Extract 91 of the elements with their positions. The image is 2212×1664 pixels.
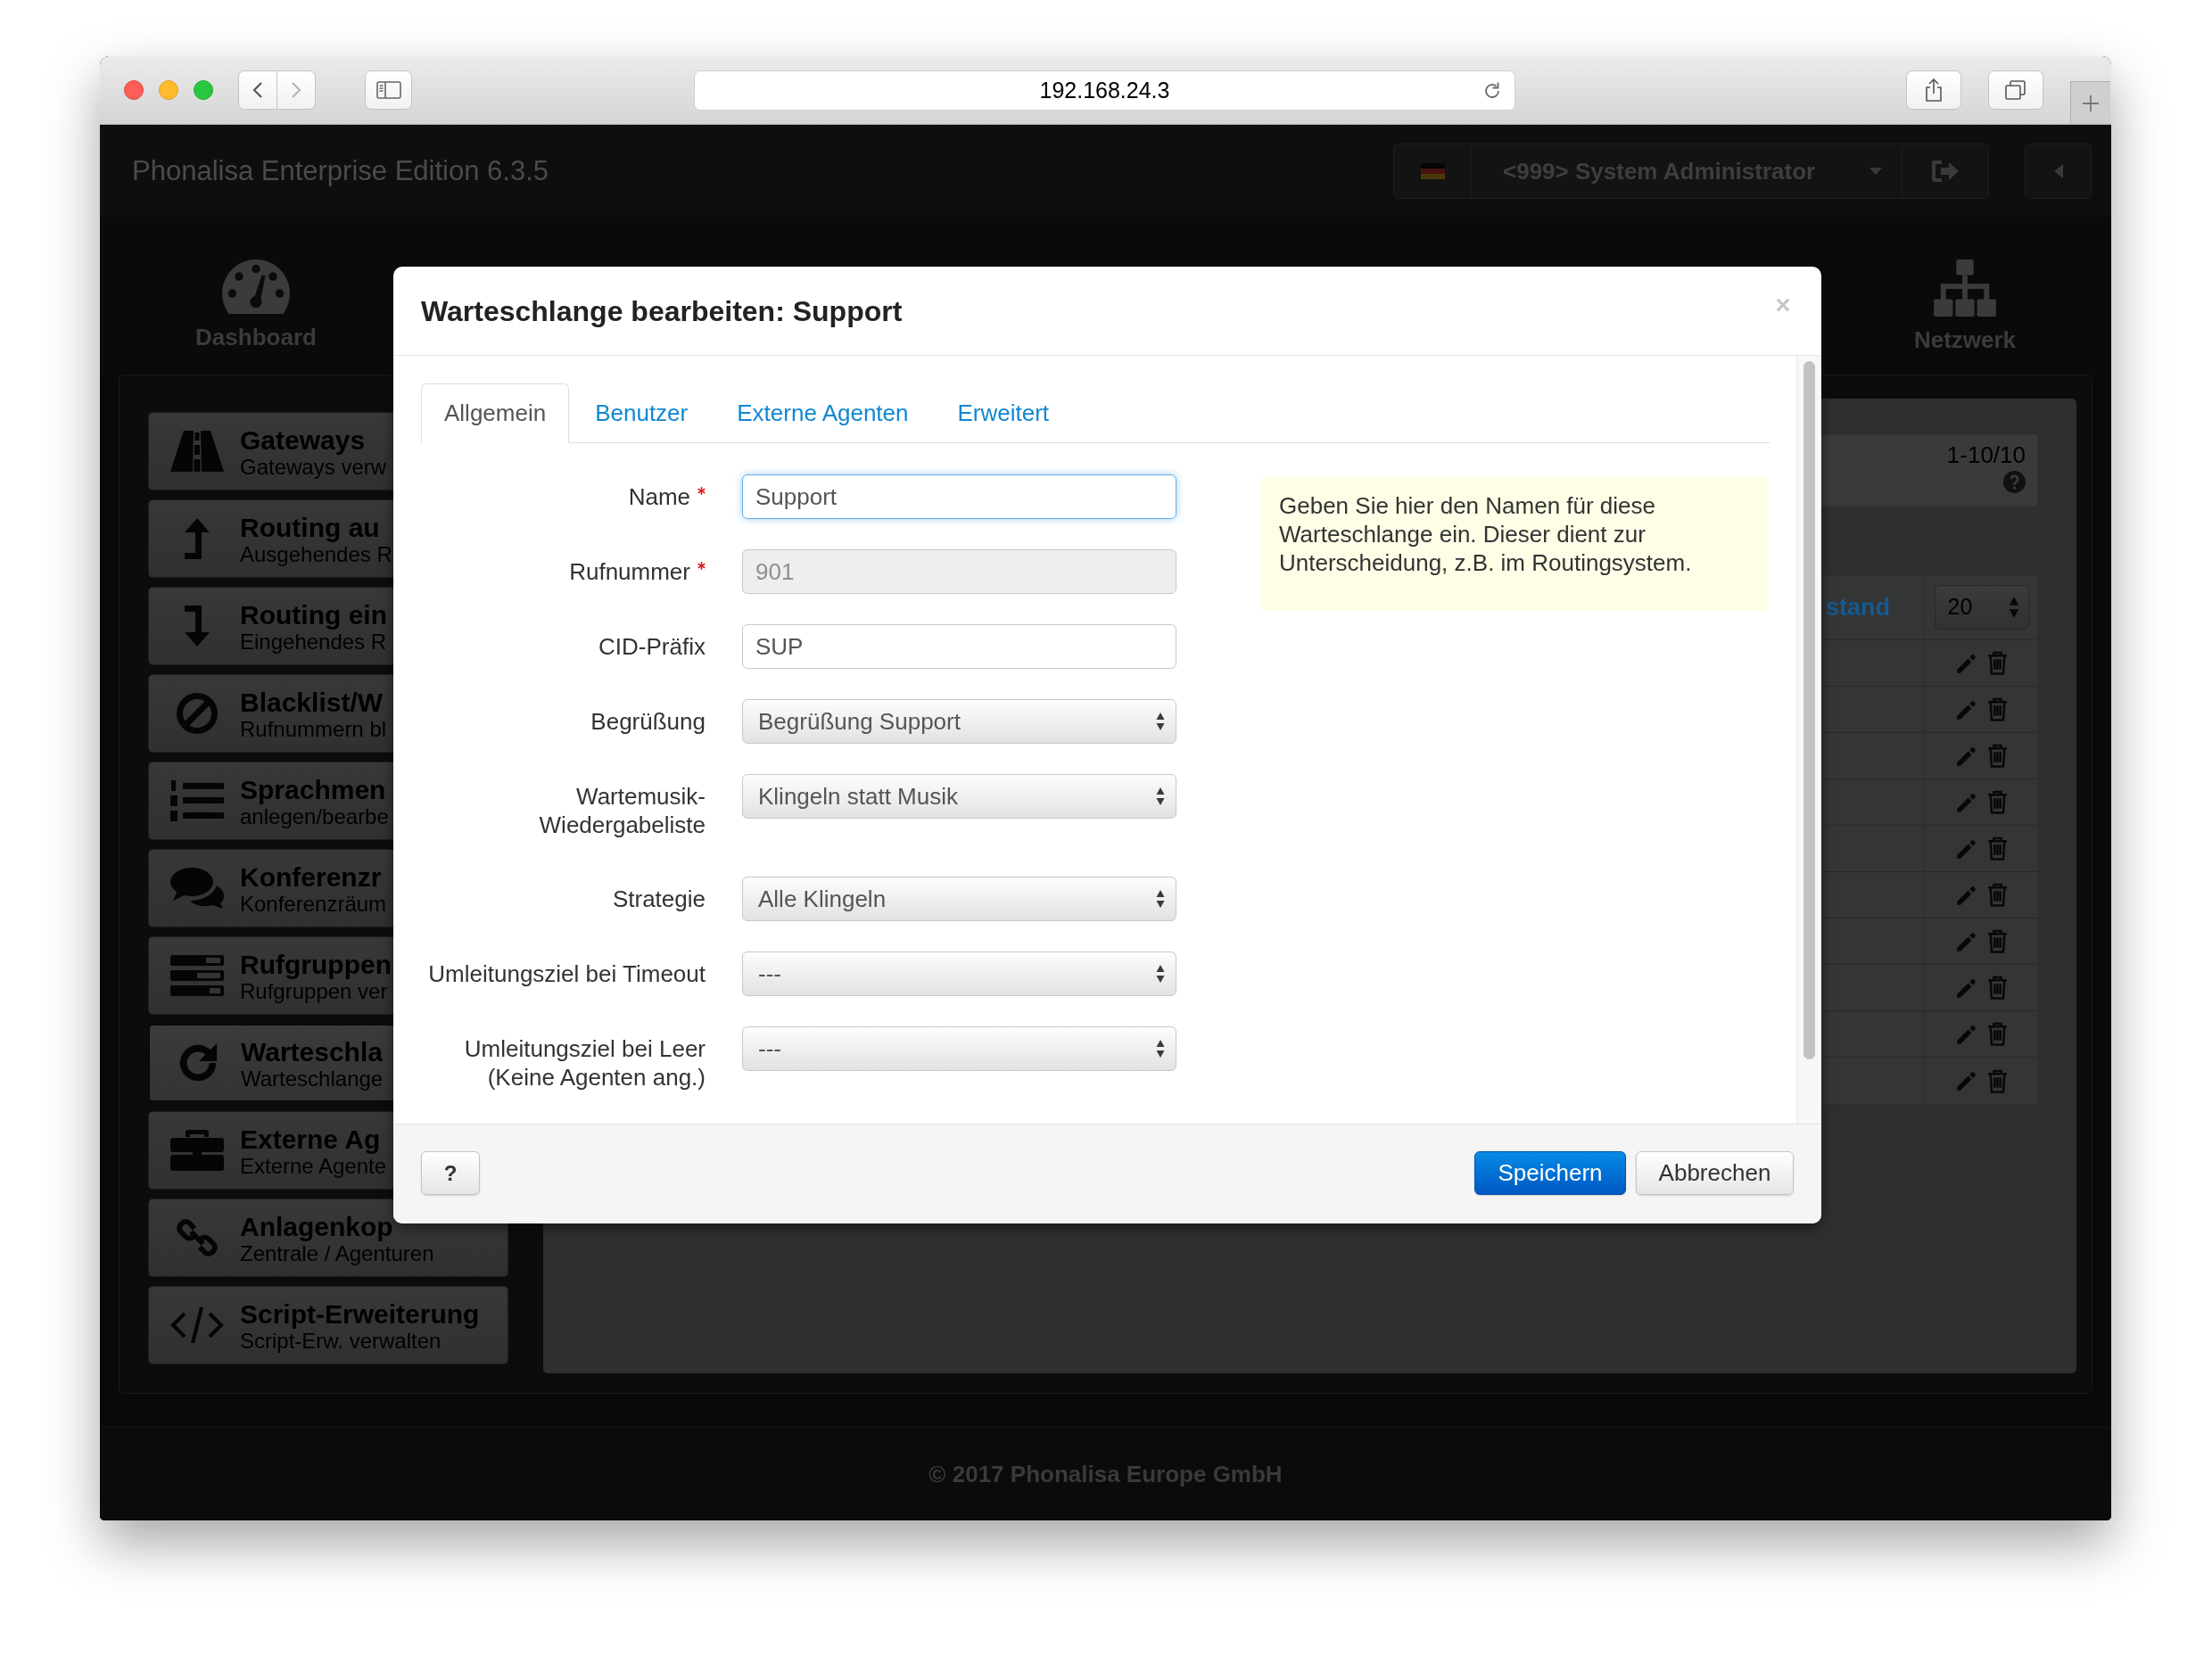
select-arrows-icon: [1156, 787, 1165, 806]
app-title: Phonalisa Enterprise Edition 6.3.5: [132, 153, 549, 188]
select-arrows-icon: [1156, 1039, 1165, 1059]
sidebar-item-title: Konferenzr: [240, 863, 383, 892]
code-brackets-icon: [170, 1305, 224, 1346]
sidebar-item-title: Gateways: [240, 426, 367, 455]
pagination-text: 1-10/10: [1946, 441, 2026, 468]
tab[interactable]: Erweitert: [934, 383, 1073, 443]
trash-icon[interactable]: [1987, 976, 2008, 1000]
help-button[interactable]: ?: [421, 1151, 480, 1195]
trash-icon[interactable]: [1987, 790, 2008, 814]
dialog-title: Warteschlange bearbeiten: Support: [421, 293, 903, 329]
dropdown[interactable]: ---: [742, 951, 1176, 996]
field-label: Begrüßung: [590, 707, 706, 736]
address-bar[interactable]: 192.168.24.3: [694, 70, 1515, 111]
question-circle-icon[interactable]: [2003, 471, 2026, 493]
sidebar-toggle-button[interactable]: [365, 70, 412, 110]
road-icon: [170, 431, 224, 472]
sitemap-icon: [1934, 259, 1996, 317]
briefcase-icon: [170, 1130, 224, 1171]
text-field[interactable]: Support: [742, 474, 1176, 519]
dropdown[interactable]: Alle Klingeln: [742, 877, 1176, 921]
gauge-icon: [222, 259, 290, 314]
tab[interactable]: Externe Agenten: [714, 383, 932, 443]
logout-icon: [1932, 161, 1959, 182]
flag-icon: [1420, 163, 1445, 179]
sidebar-item-title: Anlagenkop: [240, 1213, 394, 1241]
sidebar-item-title: Sprachmen: [240, 776, 387, 804]
triangle-left-icon: [2053, 164, 2063, 178]
sidebar-item-title: Rufgruppen: [240, 951, 392, 979]
sidebar-item-title: Routing ein: [240, 601, 387, 630]
trash-icon[interactable]: [1987, 1068, 2008, 1093]
minimize-window-icon[interactable]: [159, 80, 178, 100]
tabs-button[interactable]: [1988, 70, 2043, 110]
share-button[interactable]: [1906, 70, 1961, 110]
sidebar-item-title: Script-Erweiterung: [240, 1300, 480, 1329]
trash-icon[interactable]: [1987, 929, 2008, 953]
share-icon: [1925, 78, 1943, 102]
select-arrows-icon: [2008, 596, 2019, 619]
chain-link-icon: [176, 1216, 219, 1259]
dropdown[interactable]: ---: [742, 1026, 1176, 1071]
reload-icon[interactable]: [1482, 80, 1502, 101]
chevron-right-icon: [291, 81, 301, 99]
field-label: Rufnummer: [569, 557, 690, 586]
sidebar-item-subtitle: Warteschlange: [241, 1067, 384, 1091]
overlapping-squares-icon: [2005, 80, 2026, 100]
page-size-select[interactable]: 20: [1934, 585, 2029, 630]
field-label: Name: [628, 482, 690, 511]
close-icon[interactable]: [1775, 296, 1791, 313]
stacked-bars-icon: [170, 955, 224, 996]
dropdown[interactable]: Begrüßung Support: [742, 699, 1176, 744]
field-label: CID-Präfix: [598, 632, 706, 661]
zoom-window-icon[interactable]: [194, 80, 213, 100]
sidebar-icon: [376, 81, 401, 99]
trash-icon[interactable]: [1987, 697, 2008, 721]
text-field[interactable]: SUP: [742, 624, 1176, 669]
close-window-icon[interactable]: [124, 80, 144, 100]
select-arrows-icon: [1156, 889, 1165, 909]
dropdown[interactable]: Klingeln statt Musik: [742, 774, 1176, 819]
sidebar-item-title: Routing au: [240, 514, 381, 542]
trash-icon[interactable]: [1987, 1022, 2008, 1046]
trash-icon[interactable]: [1987, 883, 2008, 907]
speech-bubbles-icon: [170, 868, 224, 909]
sidebar-item-title: Blacklist/W: [240, 688, 384, 717]
trash-icon[interactable]: [1987, 744, 2008, 768]
cancel-button[interactable]: Abbrechen: [1636, 1151, 1794, 1195]
new-tab-button[interactable]: [2070, 81, 2110, 124]
trash-icon[interactable]: [1987, 651, 2008, 675]
caret-down-icon: [1869, 168, 1882, 175]
save-button[interactable]: Speichern: [1474, 1151, 1626, 1195]
column-header[interactable]: stand: [1826, 589, 1890, 626]
sidebar-item-title: Warteschla: [241, 1038, 384, 1067]
back-button[interactable]: [238, 70, 277, 110]
pencil-icon[interactable]: [1955, 1069, 1978, 1092]
collapse-button[interactable]: [2025, 144, 2092, 199]
trash-icon[interactable]: [1987, 836, 2008, 861]
language-button[interactable]: [1393, 144, 1472, 199]
field-label: Wartemusik-Wiedergabeliste: [538, 782, 706, 839]
scrollbar-thumb[interactable]: [1803, 361, 1815, 1059]
select-arrows-icon: [1156, 712, 1165, 731]
chevron-left-icon: [252, 81, 263, 99]
logout-button[interactable]: [1902, 144, 1989, 199]
help-note: Geben Sie hier den Namen für diese Warteschlange ein. Dieser dient zur Unterscheidung, z.B. im Routingsystem.: [1261, 476, 1768, 611]
select-arrows-icon: [1156, 964, 1165, 984]
tab[interactable]: Benutzer: [572, 383, 712, 443]
plus-icon: [2082, 94, 2100, 112]
ban-icon: [177, 693, 218, 734]
tab[interactable]: Allgemein: [421, 383, 570, 443]
sidebar-item-title: Externe Ag: [240, 1125, 382, 1154]
field-label: Strategie: [612, 885, 706, 913]
list-icon: [170, 780, 224, 821]
